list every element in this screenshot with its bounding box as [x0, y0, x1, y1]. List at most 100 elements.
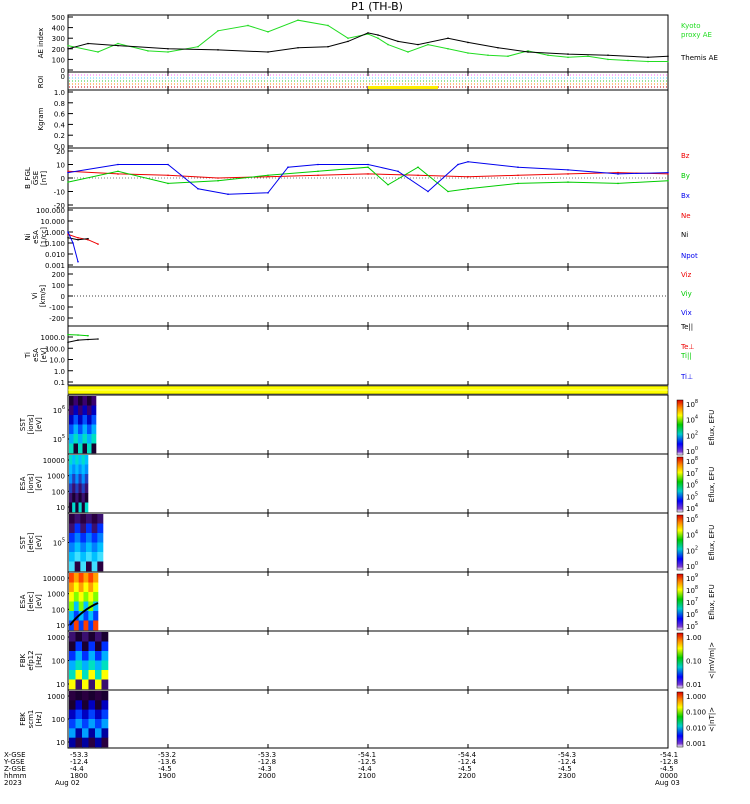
spec-sst_e-cell [97, 542, 104, 553]
spec-fbk_b-cell [82, 700, 89, 710]
ae-series-0-point [507, 55, 509, 58]
spec-fbk_b-cell [75, 737, 83, 748]
spec-fbk_e-cell [69, 679, 76, 690]
ae-ytick-label: 100 [52, 56, 65, 64]
spec-esa_i-cell [78, 502, 82, 513]
ae-series-1 [67, 32, 669, 58]
bfgl-ytick-label: -10 [54, 189, 65, 197]
ni-series-Npot-point [67, 231, 69, 233]
bfgl-series-By-point [447, 190, 449, 193]
spec-esa_i-cell [81, 474, 86, 484]
spec-fbk_e-cell [88, 679, 96, 690]
bfgl-series-Bz-point [567, 173, 569, 175]
vi-ylabel: Vi [km/s] [31, 285, 47, 308]
spec-fbk_e-cell [75, 641, 83, 652]
spec-fbk_b-ytick-label: 100 [52, 716, 65, 724]
ni-ytick-label: 0.010 [45, 251, 65, 259]
roi-highlight-bar [368, 86, 438, 89]
spec-esa_e-cell [69, 611, 75, 621]
spec-esa_i-ylabel-line: [eV] [35, 476, 43, 491]
spec-fbk_b-colorbar-tick: 1.000 [686, 693, 706, 701]
spec-esa_i-cell [81, 502, 86, 513]
ae-series-1-point [417, 43, 419, 46]
spec-fbk_b-cell [69, 691, 76, 701]
bfgl-series-Bx-point [517, 166, 519, 168]
spec-sst_i-cell [69, 415, 74, 425]
spec-sst_i-cell [91, 424, 97, 435]
spec-esa_e-colorbar-tick: 107 [686, 597, 698, 607]
ti-series-point [97, 338, 99, 340]
bfgl-legend-bx: Bx [681, 192, 690, 200]
spec-esa_i-cell [81, 483, 86, 494]
spec-fbk_e-ylabel-line: [Hz] [35, 653, 43, 668]
spec-sst_e-colorbar-tick: 106 [686, 514, 698, 524]
ni-ytick-label: 100.000 [36, 207, 65, 215]
spec-esa_e-cell [83, 573, 89, 583]
ae-series-0-point [627, 59, 629, 62]
spec-esa_e-cell [88, 573, 94, 583]
ae-series-1-point [667, 55, 669, 58]
vi-ylabel-line: [km/s] [39, 285, 47, 308]
spec-fbk_b-cell [82, 719, 89, 729]
spec-fbk_b-cell [95, 691, 102, 701]
spec-esa_i-cell [78, 493, 82, 503]
ae-series-1-point [67, 48, 69, 50]
ae-series-0-point [297, 19, 299, 21]
spec-sst_i-cell [91, 405, 97, 416]
spec-esa_e-cell [78, 592, 84, 602]
spec-esa_e-cell [78, 601, 84, 612]
spec-sst_e-cell [80, 552, 87, 562]
bfgl-series-Bx-point [167, 163, 169, 166]
spec-fbk_b-cell [101, 700, 109, 710]
spec-sst_i-ylabel-line: [eV] [35, 417, 43, 432]
ae-series-0-point [607, 58, 609, 61]
ti-series-point [67, 341, 69, 344]
ti-series-point [87, 338, 89, 341]
bfgl-series-Bx-point [567, 169, 569, 171]
ae-series-1-point [397, 40, 399, 43]
xaxis-date-start: Aug 02 [55, 779, 80, 787]
kgram-ylabel-line: Kgram [37, 107, 45, 130]
spec-esa_e-ytick-label: 100 [52, 606, 65, 614]
ti-legend-tiperp: Ti⊥ [680, 373, 693, 381]
spec-fbk_b-cell [101, 728, 109, 738]
spec-sst_e-cell [80, 523, 87, 534]
spec-fbk_e-colorbar-tick: 0.01 [686, 681, 702, 689]
spec-sst_i-cell [91, 396, 97, 406]
spec-esa_i-colorbar-tick: 106 [686, 480, 698, 490]
bfgl-ylabel: B_FGL GSE [nT] [24, 167, 48, 189]
spec-fbk_e-cell [88, 660, 96, 671]
spec-sst_i-colorbar-tick: 100 [686, 446, 698, 456]
kgram-ytick-label: 0.2 [54, 132, 65, 140]
spec-esa_i-cell [84, 455, 89, 465]
spec-fbk_b-cell [82, 709, 89, 720]
spec-sst_i-cell [78, 424, 83, 435]
bfgl-series-Bx-point [317, 163, 319, 166]
vi-ytick-label: -100 [49, 304, 65, 312]
spec-esa_e-colorbar-tick: 109 [686, 573, 698, 583]
spec-sst_i-cell [87, 415, 92, 425]
roi-ytick-label: 0 [61, 73, 65, 81]
ae-series-1-point [167, 48, 169, 50]
spec-fbk_b-ylabel-line: FBK [19, 712, 27, 726]
spec-esa_i-cell [72, 502, 76, 513]
ae-series-1-point [347, 40, 349, 43]
ae-series-0-point [97, 51, 99, 53]
ae-series-0-point [567, 56, 569, 59]
spec-fbk_e-cell [75, 670, 83, 680]
xaxis-tick-hhmm: 2200 [458, 772, 476, 780]
spec-esa_i-ytick-label: 10000 [43, 457, 65, 465]
ti-legend-teperp: Te⊥ [680, 343, 695, 351]
ae-series-0-point [667, 60, 669, 63]
spec-fbk_b-cell [82, 737, 89, 748]
bfgl-ylabel-line: [nT] [40, 171, 48, 185]
spec-esa_i-cell [78, 474, 82, 484]
bfgl-series-Bx-point [467, 161, 469, 163]
spec-esa_e-cell [73, 620, 79, 631]
spec-esa_i-cell [81, 455, 86, 465]
spec-fbk_b-ytick-label: 1000 [47, 693, 65, 701]
spec-fbk_e-cell [69, 651, 76, 661]
spec-fbk_e-cell [95, 651, 102, 661]
spec-esa_i-colorbar-label-text: Eflux, EFU [708, 467, 716, 502]
spec-sst_e-colorbar-tick: 100 [686, 561, 698, 571]
